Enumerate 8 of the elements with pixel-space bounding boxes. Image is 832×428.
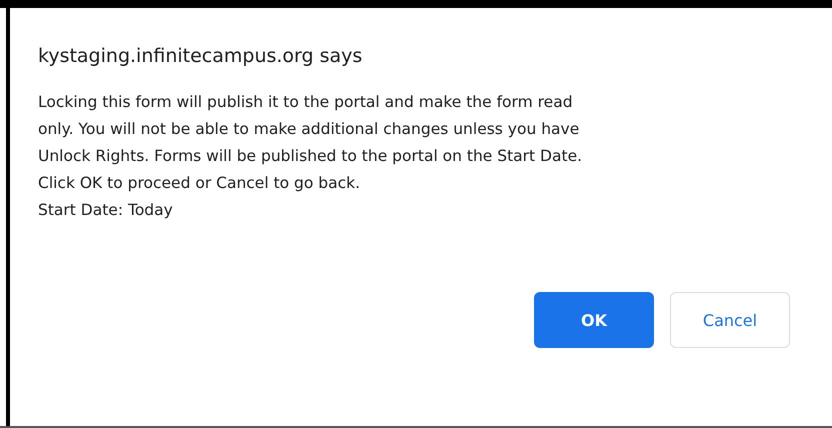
cancel-button[interactable]: Cancel: [670, 292, 790, 348]
ok-button[interactable]: OK: [534, 292, 654, 348]
message-text: Start Date: Today: [38, 200, 174, 221]
dialog-title: kystaging.infinitecampus.org says: [38, 44, 364, 69]
message-text: Locking this form will publish it to the portal and make the form read: [38, 92, 574, 113]
message-text: only. You will not be able to make additional changes unless you have: [38, 119, 580, 140]
message-text: Click OK to proceed or Cancel to go back.: [38, 173, 362, 194]
message-text: Unlock Rights. Forms will be published to the portal on the Start Date.: [38, 146, 584, 167]
